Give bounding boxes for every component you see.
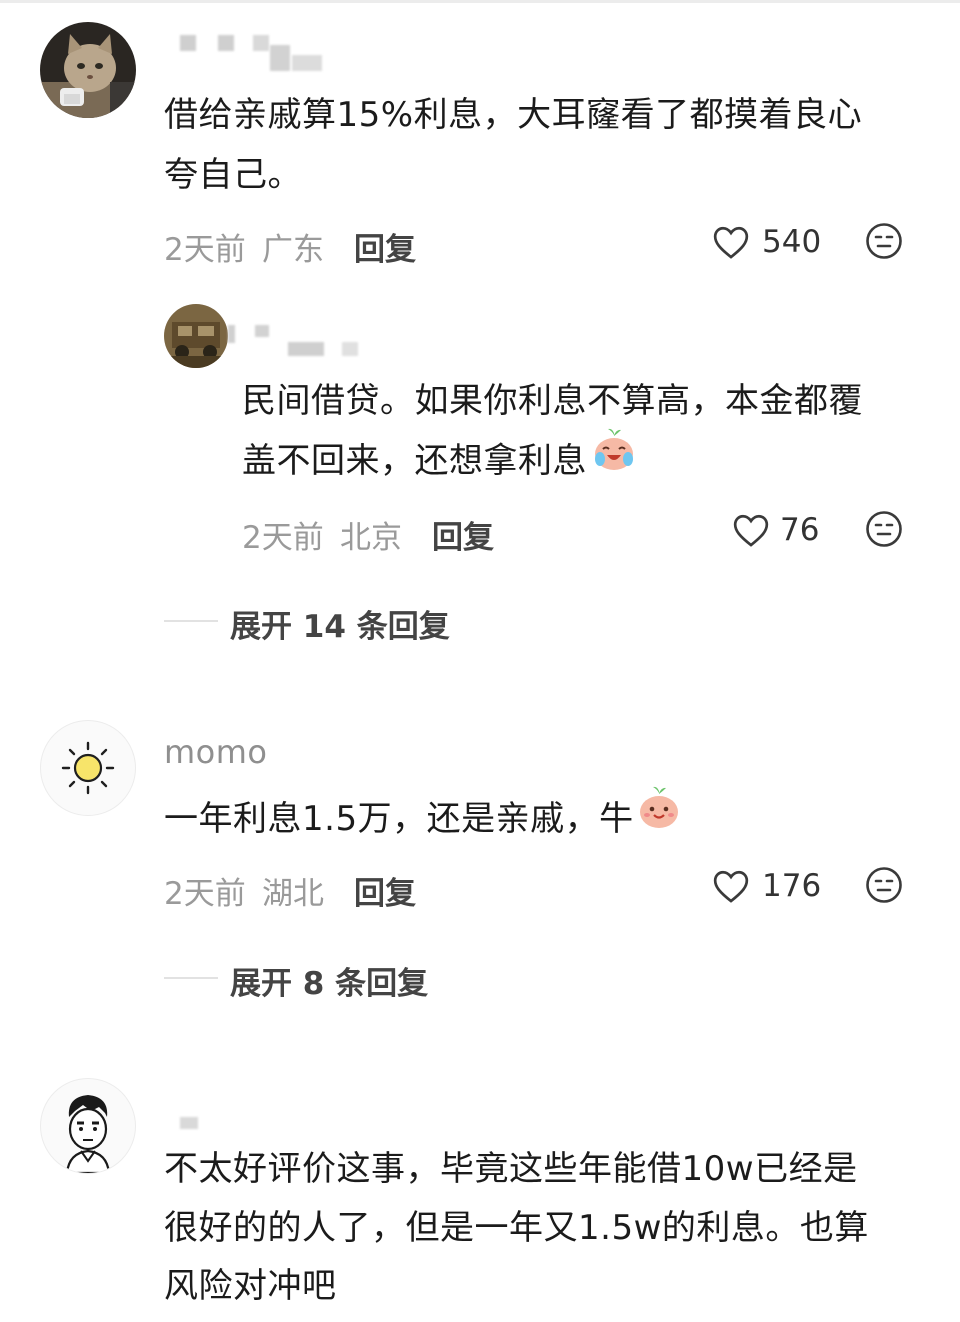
- comment-text-line: 风险对冲吧: [164, 1266, 337, 1306]
- heart-icon: [713, 870, 749, 903]
- expand-divider: [164, 620, 218, 622]
- emoji-reaction-icon: [866, 867, 902, 903]
- username-masked: [342, 342, 358, 356]
- username-masked: [255, 325, 269, 337]
- reply-button[interactable]: 回复: [354, 868, 416, 913]
- heart-icon: [733, 514, 769, 547]
- emoji-reaction-icon: [866, 511, 902, 547]
- username-masked: [180, 1117, 198, 1129]
- like-button[interactable]: [732, 512, 770, 552]
- emoji-reaction-button[interactable]: [865, 510, 903, 552]
- like-count: 540: [762, 224, 822, 260]
- emoji-reaction-button[interactable]: [865, 866, 903, 908]
- laugh-cry-emoji: [591, 427, 637, 491]
- top-divider: [0, 0, 960, 3]
- reply-text-line: 盖不回来，还想拿利息: [242, 428, 637, 491]
- cat-avatar-image: [40, 22, 136, 118]
- comment-location: 湖北: [262, 876, 324, 912]
- expand-replies-button[interactable]: 展开 8 条回复: [230, 958, 428, 1003]
- comment-text-line: 不太好评价这事，毕竟这些年能借10w已经是: [164, 1149, 858, 1189]
- comment-text-line: 一年利息1.5万，还是亲戚，牛: [164, 786, 682, 849]
- comment-text: 一年利息1.5万，还是亲戚，牛: [164, 799, 634, 839]
- comment-text-line: 借给亲戚算15%利息，大耳窿看了都摸着良心: [164, 95, 863, 135]
- comment-text-line: 很好的的人了，但是一年又1.5w的利息。也算: [164, 1208, 869, 1248]
- emoji-reaction-button[interactable]: [865, 222, 903, 264]
- comment-time: 2天前: [164, 232, 246, 268]
- reply-avatar-image: [164, 304, 228, 368]
- smile-emoji-icon: [639, 786, 678, 828]
- reply-button[interactable]: 回复: [354, 224, 416, 269]
- like-button[interactable]: [712, 868, 750, 908]
- cartoon-man-avatar-image: [65, 1095, 111, 1173]
- emoji-reaction-icon: [866, 223, 902, 259]
- expand-replies-button[interactable]: 展开 14 条回复: [230, 601, 450, 646]
- expand-divider: [164, 977, 218, 979]
- username-masked: [270, 45, 290, 71]
- avatar-sun[interactable]: [40, 720, 136, 816]
- laugh-cry-emoji-icon: [595, 428, 633, 470]
- avatar-reply-user[interactable]: [164, 304, 228, 368]
- username[interactable]: momo: [164, 733, 268, 771]
- reply-text-line: 民间借贷。如果你利息不算高，本金都覆: [242, 381, 863, 421]
- avatar-cat[interactable]: [40, 22, 136, 118]
- like-count: 176: [762, 868, 822, 904]
- like-button[interactable]: [712, 224, 750, 264]
- like-count: 76: [780, 512, 820, 548]
- username-masked: [218, 35, 234, 51]
- reply-button[interactable]: 回复: [432, 512, 494, 557]
- reply-location: 北京: [340, 520, 402, 556]
- comment-time: 2天前: [164, 876, 246, 912]
- heart-icon: [713, 226, 749, 259]
- avatar-cartoon-man[interactable]: [40, 1078, 136, 1174]
- comment-location: 广东: [262, 232, 324, 268]
- username-masked: [180, 35, 196, 51]
- username-masked: [288, 342, 324, 356]
- smile-emoji: [636, 785, 682, 849]
- username-masked: [253, 35, 269, 51]
- reply-text: 盖不回来，还想拿利息: [242, 441, 587, 481]
- comment-text-line: 夸自己。: [164, 155, 302, 195]
- username-masked: [292, 55, 322, 71]
- sun-icon: [61, 741, 115, 795]
- reply-time: 2天前: [242, 520, 324, 556]
- username-masked: [228, 325, 235, 343]
